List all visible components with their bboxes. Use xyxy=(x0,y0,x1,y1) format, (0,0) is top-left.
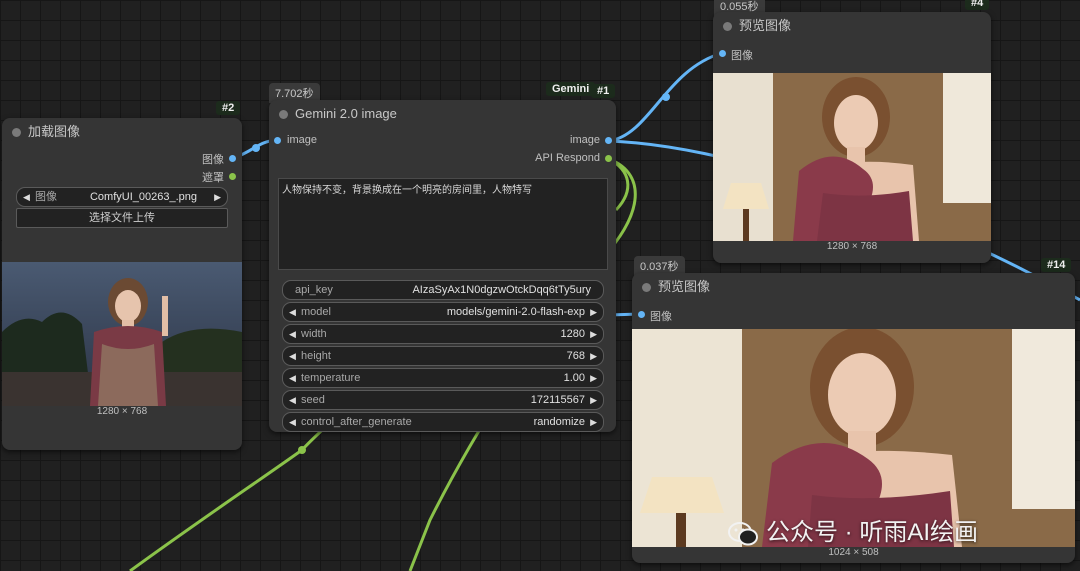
node-title[interactable]: 加载图像 xyxy=(2,118,242,146)
widget-value: randomize xyxy=(533,416,585,428)
widget-model[interactable]: ◀ model models/gemini-2.0-flash-exp ▶ xyxy=(282,302,604,322)
widget-api-key[interactable]: api_key AIzaSyAx1N0dgzwOtckDqq6tTy5ury xyxy=(282,280,604,300)
collapse-dot-icon[interactable] xyxy=(12,128,21,137)
node-title-label: Gemini 2.0 image xyxy=(295,106,397,121)
arrow-left-icon[interactable]: ◀ xyxy=(23,188,30,206)
node-id-badge: #14 xyxy=(1041,258,1072,272)
node-title-label: 预览图像 xyxy=(739,18,792,33)
arrow-left-icon[interactable]: ◀ xyxy=(289,325,296,343)
widget-label: height xyxy=(301,350,331,362)
arrow-right-icon[interactable]: ▶ xyxy=(214,188,221,206)
widget-value: 1.00 xyxy=(563,372,585,384)
widget-value: AIzaSyAx1N0dgzwOtckDqq6tTy5ury xyxy=(412,284,591,296)
input-dot-image[interactable] xyxy=(719,50,726,57)
upload-button-label: 选择文件上传 xyxy=(89,212,155,224)
output-slot-image: image xyxy=(570,134,600,146)
image-size-label: 1280 × 768 xyxy=(96,406,148,417)
arrow-right-icon[interactable]: ▶ xyxy=(590,303,597,321)
arrow-left-icon[interactable]: ◀ xyxy=(289,303,296,321)
widget-seed[interactable]: ◀ seed 172115567 ▶ xyxy=(282,390,604,410)
node-title-label: 加载图像 xyxy=(28,124,81,139)
widget-value: 1280 xyxy=(560,328,585,340)
wire-reroute-dot xyxy=(298,446,306,454)
arrow-left-icon[interactable]: ◀ xyxy=(289,391,296,409)
preview-image-4 xyxy=(713,73,991,241)
input-slot-image: 图像 xyxy=(650,311,672,323)
arrow-left-icon[interactable]: ◀ xyxy=(289,347,296,365)
preview-image-node-4[interactable]: 预览图像 图像 1280 × 768 xyxy=(713,12,991,263)
upload-button[interactable]: 选择文件上传 xyxy=(16,208,228,228)
wire-reroute-dot xyxy=(662,93,670,101)
node-id-badge: #2 xyxy=(216,101,241,115)
wechat-icon xyxy=(728,521,758,547)
widget-label: 图像 xyxy=(35,191,57,203)
output-dot-mask[interactable] xyxy=(229,173,236,180)
node-tag-badge: Gemini xyxy=(546,82,596,96)
image-size-label: 1024 × 508 xyxy=(828,547,879,558)
arrow-right-icon[interactable]: ▶ xyxy=(590,391,597,409)
image-size-label: 1280 × 768 xyxy=(826,241,878,252)
widget-value: 172115567 xyxy=(530,394,585,406)
widget-width[interactable]: ◀ width 1280 ▶ xyxy=(282,324,604,344)
loaded-image-preview xyxy=(2,262,242,406)
widget-temperature[interactable]: ◀ temperature 1.00 ▶ xyxy=(282,368,604,388)
output-dot-image[interactable] xyxy=(229,155,236,162)
output-slot-api-respond: API Respond xyxy=(535,152,600,164)
arrow-right-icon[interactable]: ▶ xyxy=(590,413,597,431)
output-dot-api-respond[interactable] xyxy=(605,155,612,162)
input-slot-image: image xyxy=(287,134,317,146)
node-title-label: 预览图像 xyxy=(658,279,711,294)
input-dot-image[interactable] xyxy=(274,137,281,144)
load-image-node[interactable]: 加载图像 图像 遮罩 ◀ 图像 ComfyUI_00263_.png ▶ 选择文… xyxy=(2,118,242,450)
widget-label: temperature xyxy=(301,372,361,384)
arrow-left-icon[interactable]: ◀ xyxy=(289,369,296,387)
prompt-text: 人物保持不变，背景换成在一个明亮的房间里，人物特写 xyxy=(282,185,532,196)
widget-label: model xyxy=(301,306,331,318)
input-slot-image: 图像 xyxy=(731,50,753,62)
collapse-dot-icon[interactable] xyxy=(279,110,288,119)
arrow-left-icon[interactable]: ◀ xyxy=(289,413,296,431)
watermark: 公众号 · 听雨AI绘画 xyxy=(728,512,978,547)
node-title[interactable]: Gemini 2.0 image xyxy=(269,100,616,128)
widget-value: 768 xyxy=(566,350,585,362)
widget-label: control_after_generate xyxy=(301,416,412,428)
input-dot-image[interactable] xyxy=(638,311,645,318)
widget-value: ComfyUI_00263_.png xyxy=(89,191,197,203)
output-dot-image[interactable] xyxy=(605,137,612,144)
arrow-right-icon[interactable]: ▶ xyxy=(590,325,597,343)
widget-control-after-generate[interactable]: ◀ control_after_generate randomize ▶ xyxy=(282,412,604,432)
widget-label: width xyxy=(301,328,327,340)
collapse-dot-icon[interactable] xyxy=(642,283,651,292)
watermark-text: 公众号 · 听雨AI绘画 xyxy=(766,519,979,546)
widget-value: models/gemini-2.0-flash-exp xyxy=(446,306,585,318)
output-slot-mask: 遮罩 xyxy=(202,172,224,184)
node-id-badge: #4 xyxy=(965,0,990,10)
widget-label: api_key xyxy=(295,284,333,296)
collapse-dot-icon[interactable] xyxy=(723,22,732,31)
node-title[interactable]: 预览图像 xyxy=(713,12,991,40)
gemini-image-node[interactable]: Gemini 2.0 image image image API Respond… xyxy=(269,100,616,432)
image-file-combo[interactable]: ◀ 图像 ComfyUI_00263_.png ▶ xyxy=(16,187,228,207)
arrow-right-icon[interactable]: ▶ xyxy=(590,347,597,365)
output-slot-image: 图像 xyxy=(202,154,224,166)
widget-height[interactable]: ◀ height 768 ▶ xyxy=(282,346,604,366)
wire-reroute-dot xyxy=(252,144,260,152)
arrow-right-icon[interactable]: ▶ xyxy=(590,369,597,387)
widget-label: seed xyxy=(301,394,325,406)
node-id-badge: #1 xyxy=(591,84,616,98)
node-title[interactable]: 预览图像 xyxy=(632,273,1075,301)
prompt-textarea[interactable]: 人物保持不变，背景换成在一个明亮的房间里，人物特写 xyxy=(278,178,608,270)
